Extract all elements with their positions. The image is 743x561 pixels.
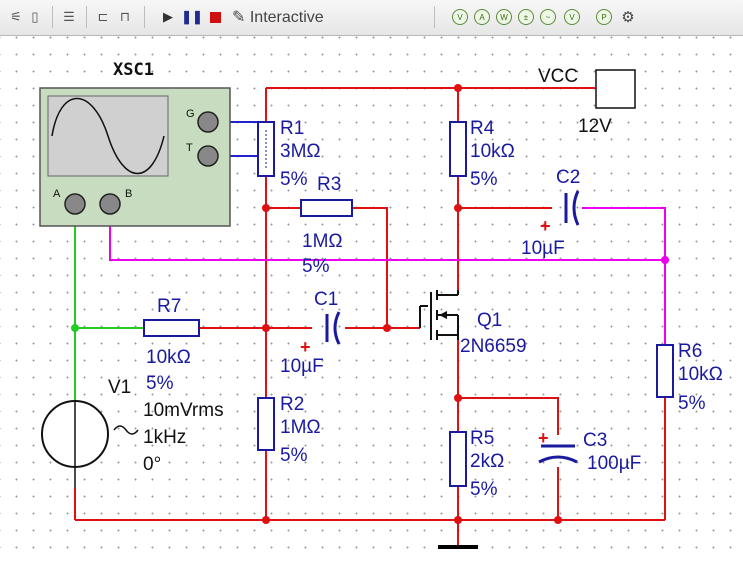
v1-ref: V1 [108,377,131,398]
c1-polarity: + [300,337,311,357]
resistor-r3[interactable]: R3 1MΩ 5% [300,174,353,277]
c3-polarity: + [538,428,549,448]
mosfet-q1[interactable]: Q1 2N6659 [419,290,527,357]
wand-icon: ✎ [232,9,246,26]
r6-ref: R6 [678,341,702,362]
bus-icon[interactable]: ☰ [60,7,78,27]
r5-ref: R5 [470,428,494,449]
connector-icon[interactable]: ⊏ [94,7,112,27]
r1-value: 3MΩ [280,141,321,162]
c1-ref: C1 [314,289,338,310]
pin-t-label: T [186,142,193,154]
power-probe-icon[interactable]: W [496,7,512,27]
sine-wave-icon [113,425,139,435]
r1-tolerance: 5% [280,169,308,190]
resistor-r2[interactable]: R2 1MΩ 5% [257,394,321,466]
toolbar-divider [434,6,435,28]
q1-part: 2N6659 [460,336,527,357]
resistor-r1[interactable]: R1 3MΩ 5% [257,118,321,190]
r4-value: 10kΩ [470,141,515,162]
r2-value: 1MΩ [280,417,321,438]
run-simulation-icon[interactable]: ▶ [160,7,176,27]
simulation-toolbar: ⚟ ▯ ☰ ⊏ ⊓ ▶ ❚❚ ✎ Interactive V A W ± ~ V… [0,0,743,36]
pin-b-label: B [125,188,132,200]
vcc-label: VCC [538,66,578,87]
r2-ref: R2 [280,394,304,415]
voltage-probe-icon[interactable]: V [452,7,468,27]
scope-b-terminal[interactable] [99,193,121,215]
c2-polarity: + [540,216,551,236]
r2-tolerance: 5% [280,445,308,466]
resistor-r6[interactable]: R6 10kΩ 5% [656,341,723,414]
component-icon[interactable]: ⚟ [6,7,26,27]
interactive-label: Interactive [249,9,324,26]
c3-value: 100µF [587,453,641,474]
ac-probe-icon[interactable]: ~ [540,7,556,27]
scope-a-terminal[interactable] [64,193,86,215]
oscilloscope-xsc1[interactable]: XSC1 G T A B [39,60,231,227]
r3-tolerance: 5% [302,256,330,277]
capacitor-c1[interactable]: C1 + 10µF [280,289,341,377]
r1-ref: R1 [280,118,304,139]
schematic-diagram: XSC1 G T A B VCC 12V R1 3MΩ 5% R3 1MΩ 5%… [39,60,723,549]
interactive-mode-button[interactable]: ✎ Interactive [232,7,324,27]
r3-ref: R3 [317,174,341,195]
r7-ref: R7 [157,296,181,317]
toolbar-divider [86,6,87,28]
v1-phase: 0° [143,454,161,475]
r5-value: 2kΩ [470,451,504,472]
probe-icon[interactable]: ▯ [26,7,44,27]
r7-tolerance: 5% [146,373,174,394]
c1-value: 10µF [280,356,324,377]
r4-tolerance: 5% [470,169,498,190]
settings-gear-icon[interactable]: ⚙ [620,7,636,27]
resistor-r4[interactable]: R4 10kΩ 5% [449,118,515,190]
r4-ref: R4 [470,118,495,139]
xsc1-label: XSC1 [113,60,154,80]
c3-ref: C3 [583,430,607,451]
toolbar-divider [52,6,53,28]
r7-value: 10kΩ [146,347,191,368]
ac-source-v1[interactable]: V1 10mVrms 1kHz 0° [41,377,224,488]
scope-g-terminal[interactable] [197,111,219,133]
capacitor-c3[interactable]: C3 + 100µF [538,428,641,474]
vcc-value: 12V [578,116,612,137]
current-probe-icon[interactable]: A [474,7,490,27]
probe-properties-icon[interactable]: P [596,7,612,27]
pause-simulation-icon[interactable]: ❚❚ [181,7,203,27]
scope-t-terminal[interactable] [197,145,219,167]
v1-amplitude: 10mVrms [143,400,224,421]
r6-value: 10kΩ [678,364,723,385]
capacitor-c2[interactable]: C2 + 10µF [521,167,580,259]
toolbar-divider [144,6,145,28]
differential-probe-icon[interactable]: ± [518,7,534,27]
step-icon[interactable]: ⊓ [116,7,134,27]
c2-value: 10µF [521,238,565,259]
pin-g-label: G [186,108,195,120]
v1-frequency: 1kHz [143,427,186,448]
r3-value: 1MΩ [302,231,343,252]
mosfet-arrow-icon [439,311,447,319]
stop-simulation-icon[interactable] [207,7,223,27]
pin-a-label: A [53,188,61,200]
r5-tolerance: 5% [470,479,498,500]
q1-ref: Q1 [477,310,502,331]
r6-tolerance: 5% [678,393,706,414]
reference-probe-icon[interactable]: V [564,7,580,27]
vcc-source[interactable]: VCC 12V [538,66,636,137]
resistor-r7[interactable]: R7 10kΩ 5% [143,296,200,394]
c2-ref: C2 [556,167,580,188]
schematic-canvas[interactable]: XSC1 G T A B VCC 12V R1 3MΩ 5% R3 1MΩ 5%… [0,36,743,561]
